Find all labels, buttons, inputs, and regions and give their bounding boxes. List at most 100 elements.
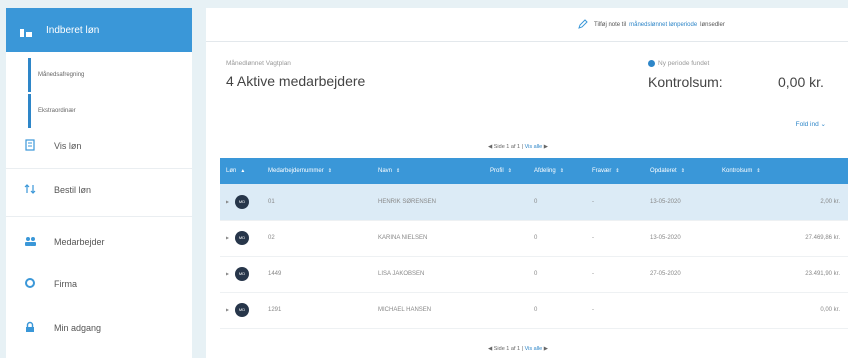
cell-employee-number: 02 (268, 235, 275, 241)
note-prefix: Tilføj note til (594, 22, 627, 28)
sidebar-subitem-extra[interactable]: Ekstraordinær (28, 94, 192, 128)
sidebar-item-employees[interactable]: Medarbejder (6, 220, 192, 264)
expand-icon[interactable]: ▸ (226, 236, 229, 242)
table-row[interactable]: ▸ MD 1291 MICHAEL HANSEN 0 - 0,00 kr. (220, 292, 848, 328)
col-header-salary[interactable]: Løn ▲ (220, 158, 262, 184)
pager-show-all[interactable]: Vis alle (525, 346, 543, 352)
sidebar-item-label: Indberet løn (46, 24, 100, 36)
sidebar-item-my-access[interactable]: Min adgang (6, 306, 192, 350)
sidebar-item-show-salary[interactable]: Vis løn (6, 124, 192, 168)
col-header-employee-number[interactable]: Medarbejdernummer ⇕ (262, 158, 372, 184)
cell-employee-number: 1291 (268, 307, 282, 313)
cell-updated: 27-05-2020 (650, 271, 681, 277)
cell-absence: - (592, 198, 594, 205)
document-icon (24, 139, 36, 153)
cell-updated (644, 292, 716, 328)
pager-next[interactable]: ▶ (544, 144, 548, 150)
avatar: MD (235, 267, 250, 281)
expand-icon[interactable]: ▸ (226, 272, 229, 278)
sidebar-item-label: Bestil løn (54, 185, 92, 195)
cell-employee-number: 01 (268, 198, 275, 205)
table-row[interactable]: ▸ MD 02 KARINA NIELSEN 0 - 13-05-2020 27.… (220, 220, 848, 256)
sidebar-item-report[interactable]: Indberet løn (6, 8, 192, 52)
note-suffix: lønsedler (700, 22, 725, 28)
cell-absence: - (592, 271, 594, 277)
cell-absence: - (592, 235, 594, 241)
cell-control-sum: 23.491,90 kr. (805, 271, 840, 277)
cell-profile (484, 256, 528, 292)
col-header-control-sum[interactable]: Kontrolsum ⇕ (716, 158, 848, 184)
cell-department: 0 (534, 307, 538, 313)
cell-control-sum: 2,00 kr. (820, 198, 840, 205)
pager-top: ◀ Side 1 af 1 | Vis alle ▶ (488, 144, 548, 150)
row-avatar-cell: ▸ MD (220, 256, 262, 292)
sidebar: Indberet løn Månedsafregning Ekstraordin… (6, 8, 192, 358)
sidebar-item-company[interactable]: Firma (6, 262, 192, 306)
top-bar: Tilføj note til månedslønnet lønperiode … (206, 8, 848, 42)
sort-arrows-icon (24, 183, 36, 197)
sidebar-subitem-label: Ekstraordinær (38, 108, 76, 114)
fold-label: Fold ind (795, 121, 819, 128)
lock-icon (24, 321, 36, 335)
info-icon (648, 60, 655, 67)
cell-department: 0 (534, 198, 538, 205)
sidebar-item-label: Firma (54, 279, 77, 289)
control-sum-value: 0,00 kr. (778, 74, 824, 90)
cell-department: 0 (534, 271, 538, 277)
pager-text: Side 1 af 1 (493, 346, 521, 352)
page-title: 4 Aktive medarbejdere (226, 73, 366, 89)
cell-name: KARINA NIELSEN (378, 235, 428, 241)
cell-updated: 13-05-2020 (650, 235, 681, 241)
cell-control-sum: 0,00 kr. (820, 307, 840, 313)
note-link[interactable]: månedslønnet lønperiode (629, 22, 697, 28)
col-header-department[interactable]: Afdeling ⇕ (528, 158, 586, 184)
chevron-down-icon: ⌄ (820, 121, 826, 128)
row-avatar-cell: ▸ MD (220, 184, 262, 220)
cell-control-sum: 27.469,86 kr. (805, 235, 840, 241)
cell-name: LISA JAKOBSEN (378, 271, 425, 277)
avatar: MD (235, 303, 250, 317)
table-header-row: Løn ▲ Medarbejdernummer ⇕ Navn ⇕ Profil ⇕ Af… (220, 158, 848, 184)
pager-next[interactable]: ▶ (544, 346, 548, 352)
cell-profile (484, 292, 528, 328)
table-row[interactable]: ▸ MD 01 HENRIK SØRENSEN 0 - 13-05-2020 2,… (220, 184, 848, 220)
table-row[interactable]: ▸ MD 1449 LISA JAKOBSEN 0 - 27-05-2020 23… (220, 256, 848, 292)
sidebar-item-label: Min adgang (54, 323, 102, 333)
sidebar-subitem-label: Månedsafregning (38, 72, 85, 78)
sidebar-item-order-salary[interactable]: Bestil løn (6, 168, 192, 212)
col-header-updated[interactable]: Opdateret ⇕ (644, 158, 716, 184)
add-note-link[interactable]: Tilføj note til månedslønnet lønperiode … (578, 19, 725, 31)
pager-show-all[interactable]: Vis alle (525, 144, 543, 150)
status-label-text: Ny periode fundet (658, 60, 710, 67)
sidebar-item-label: Medarbejder (54, 237, 105, 247)
cell-updated: 13-05-2020 (650, 198, 681, 205)
row-avatar-cell: ▸ MD (220, 292, 262, 328)
cell-absence: - (592, 307, 594, 313)
status-label: Ny periode fundet (648, 60, 709, 67)
row-avatar-cell: ▸ MD (220, 220, 262, 256)
pager-bottom: ◀ Side 1 af 1 | Vis alle ▶ (488, 346, 548, 352)
cell-name: HENRIK SØRENSEN (378, 198, 437, 205)
col-header-name[interactable]: Navn ⇕ (372, 158, 484, 184)
avatar: MD (235, 231, 250, 245)
sidebar-item-label: Vis løn (54, 141, 82, 151)
pencil-icon (578, 19, 588, 31)
fold-toggle[interactable]: Fold ind ⌄ (796, 120, 826, 128)
divider (6, 216, 192, 217)
col-header-absence[interactable]: Fravær ⇕ (586, 158, 644, 184)
col-header-profile[interactable]: Profil ⇕ (484, 158, 528, 184)
app-frame: Indberet løn Månedsafregning Ekstraordin… (0, 0, 848, 358)
expand-icon[interactable]: ▸ (226, 199, 229, 205)
report-icon (20, 25, 32, 37)
cell-profile (484, 184, 528, 220)
sidebar-subitem-monthly[interactable]: Månedsafregning (28, 58, 192, 92)
employee-table: Løn ▲ Medarbejdernummer ⇕ Navn ⇕ Profil ⇕ Af… (220, 158, 848, 329)
circle-icon (24, 277, 36, 291)
cell-profile (484, 220, 528, 256)
cell-department: 0 (534, 235, 538, 241)
control-sum-label: Kontrolsum: (648, 74, 723, 90)
users-icon (24, 235, 36, 249)
cell-name: MICHAEL HANSEN (378, 307, 432, 313)
expand-icon[interactable]: ▸ (226, 308, 229, 314)
avatar: MD (235, 194, 250, 209)
